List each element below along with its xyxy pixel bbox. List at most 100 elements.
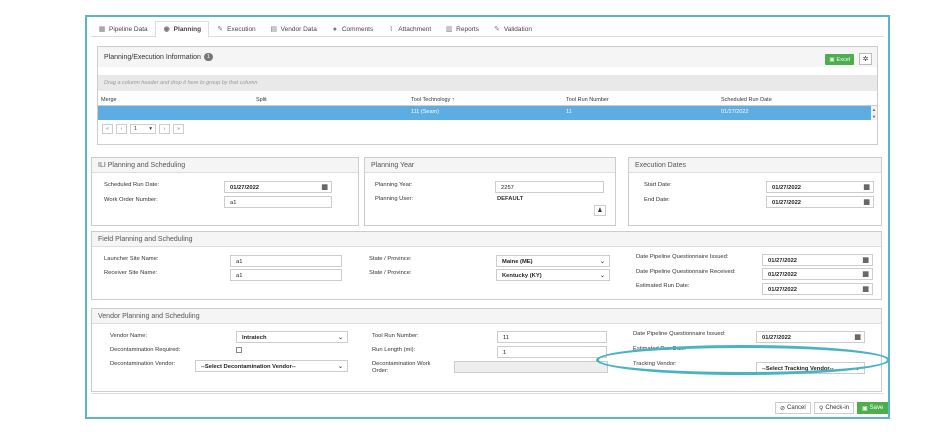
end-date-input[interactable]: 01/27/2022 ▦ xyxy=(766,196,874,208)
count-badge: 1 xyxy=(203,53,213,61)
calendar-icon[interactable]: ▦ xyxy=(862,257,869,264)
tab-attachment[interactable]: ⌇ Attachment xyxy=(380,21,438,37)
cancel-button[interactable]: ⊘ Cancel xyxy=(775,402,811,414)
first-page-button[interactable]: « xyxy=(102,124,113,134)
grid-header: Merge Split Tool Technology ↑ Tool Run N… xyxy=(98,95,877,106)
tab-execution[interactable]: ✎ Execution xyxy=(209,21,263,37)
column-header-split[interactable]: Split xyxy=(253,95,408,105)
end-date-label: End Date: xyxy=(644,197,670,203)
settings-button[interactable]: ✲ xyxy=(859,53,872,65)
comment-icon: ● xyxy=(332,25,337,33)
scrollbar[interactable]: ▲ ▼ xyxy=(871,106,877,120)
scheduled-run-date-input[interactable]: 01/27/2022 ▦ xyxy=(224,181,332,193)
panel-title: Planning/Execution Information xyxy=(104,53,201,61)
state-province-label-1: State / Province: xyxy=(369,256,412,262)
state-province-select-2[interactable]: Kentucky (KY) ⌄ xyxy=(496,269,610,281)
planning-user-label: Planning User: xyxy=(375,196,414,202)
state-province-select-1[interactable]: Maine (ME) ⌄ xyxy=(496,255,610,267)
user-icon: ♟ xyxy=(597,208,603,214)
tab-reports[interactable]: ▥ Reports xyxy=(438,21,486,37)
planning-year-section: Planning Year Planning Year: 2257 Planni… xyxy=(364,157,616,226)
cell-tool-run-number: 11 xyxy=(566,109,572,115)
dpq-received-input[interactable]: 01/27/2022 ▦ xyxy=(762,268,873,280)
calendar-icon[interactable]: ▦ xyxy=(862,271,869,278)
last-page-button[interactable]: » xyxy=(173,124,184,134)
run-length-input[interactable]: 1 xyxy=(497,346,607,358)
column-header-tool-run-number[interactable]: Tool Run Number xyxy=(563,95,718,105)
cell-tool-technology: 111 (Seam) xyxy=(411,109,439,115)
vendor-name-label: Vendor Name: xyxy=(110,333,148,339)
pencil-icon: ✎ xyxy=(217,25,224,33)
excel-icon: ▣ xyxy=(829,56,835,63)
gear-icon: ✲ xyxy=(862,56,869,63)
calendar-icon[interactable]: ▦ xyxy=(862,286,869,293)
calendar-icon[interactable]: ▦ xyxy=(863,199,870,206)
dpq-issued-input[interactable]: 01/27/2022 ▦ xyxy=(762,254,873,266)
decon-vendor-label: Decontamination Vendor: xyxy=(110,361,176,367)
calendar-icon[interactable]: ▦ xyxy=(863,184,870,191)
paperclip-icon: ⌇ xyxy=(389,25,393,33)
chevron-down-icon: ⌄ xyxy=(599,259,605,265)
start-date-input[interactable]: 01/27/2022 ▦ xyxy=(766,181,874,193)
work-order-input[interactable]: a1 xyxy=(224,196,332,208)
run-length-label: Run Length (mi): xyxy=(372,347,416,353)
field-planning-section: Field Planning and Scheduling Launcher S… xyxy=(91,231,882,300)
start-date-label: Start Date: xyxy=(644,182,672,188)
chevron-down-icon: ⌄ xyxy=(337,335,343,341)
group-drop-zone[interactable]: Drag a column header and drop it here to… xyxy=(98,75,877,91)
next-page-button[interactable]: › xyxy=(159,124,170,134)
dpq-received-label: Date Pipeline Questionnaire Received: xyxy=(636,269,736,275)
calendar-icon[interactable]: ▦ xyxy=(854,334,861,341)
tab-planning[interactable]: ◉ Planning xyxy=(154,21,210,38)
bar-chart-icon: ▥ xyxy=(445,25,453,33)
tool-run-number-label: Tool Run Number: xyxy=(372,333,419,339)
tab-vendor-data[interactable]: ▤ Vendor Data xyxy=(263,21,324,37)
tab-pipeline-data[interactable]: ▦ Pipeline Data xyxy=(91,21,155,37)
section-title: Execution Dates xyxy=(629,158,881,173)
key-icon: ⚲ xyxy=(819,405,824,412)
section-title: Vendor Planning and Scheduling xyxy=(92,309,881,324)
cancel-icon: ⊘ xyxy=(780,405,786,412)
section-title: Field Planning and Scheduling xyxy=(92,232,881,247)
estimated-run-date-input[interactable]: 01/27/2022 ▦ xyxy=(762,283,873,295)
check-in-button[interactable]: ⚲ Check-in xyxy=(814,402,855,414)
decon-work-order-input[interactable] xyxy=(454,361,608,373)
column-header-merge[interactable]: Merge xyxy=(98,95,253,105)
highlight-annotation-oval xyxy=(596,345,890,375)
planning-year-input[interactable]: 2257 xyxy=(495,181,604,193)
planning-execution-panel: Planning/Execution Information 1 ▣ Excel … xyxy=(97,46,878,145)
decon-required-checkbox[interactable] xyxy=(236,347,242,353)
save-button[interactable]: ▣ Save xyxy=(857,402,889,414)
decon-work-order-label: Decontamination Work Order: xyxy=(372,361,431,374)
execution-dates-section: Execution Dates Start Date: 01/27/2022 ▦ … xyxy=(628,157,882,226)
chevron-down-icon: ⌄ xyxy=(337,364,343,370)
table-row[interactable]: 111 (Seam) 11 01/27/2022 xyxy=(98,106,873,120)
tab-validation[interactable]: ✎ Validation xyxy=(486,21,539,37)
prev-page-button[interactable]: ‹ xyxy=(116,124,127,134)
work-order-label: Work Order Number: xyxy=(104,197,158,203)
calendar-icon[interactable]: ▦ xyxy=(321,184,328,191)
ili-planning-section: ILI Planning and Scheduling Scheduled Ru… xyxy=(91,157,359,226)
vendor-name-select[interactable]: Intratech ⌄ xyxy=(236,331,348,343)
column-header-scheduled-run-date[interactable]: Scheduled Run Date xyxy=(718,95,868,105)
launcher-site-input[interactable]: a1 xyxy=(230,255,342,267)
planning-year-label: Planning Year: xyxy=(375,182,413,188)
receiver-site-label: Receiver Site Name: xyxy=(104,270,158,276)
tab-bar: ▦ Pipeline Data ◉ Planning ✎ Execution ▤ Ven… xyxy=(91,21,884,38)
state-province-label-2: State / Province: xyxy=(369,270,412,276)
page-select[interactable]: 1 ▾ xyxy=(130,124,156,134)
receiver-site-input[interactable]: a1 xyxy=(230,269,342,281)
panel-header: Planning/Execution Information 1 xyxy=(98,47,877,67)
vendor-dpq-issued-input[interactable]: 01/27/2022 ▦ xyxy=(756,331,865,343)
decon-vendor-select[interactable]: --Select Decontamination Vendor-- ⌄ xyxy=(195,360,348,372)
estimated-run-date-label: Estimated Run Date: xyxy=(636,283,690,289)
tool-run-number-input[interactable]: 11 xyxy=(497,331,607,343)
sort-ascending-icon: ↑ xyxy=(451,97,455,103)
column-header-tool-technology[interactable]: Tool Technology ↑ xyxy=(408,95,563,105)
user-lookup-button[interactable]: ♟ xyxy=(594,205,606,216)
section-title: ILI Planning and Scheduling xyxy=(92,158,358,173)
dpq-issued-label: Date Pipeline Questionnaire Issued: xyxy=(636,254,729,260)
tab-comments[interactable]: ● Comments xyxy=(324,21,380,37)
cell-merge xyxy=(98,106,253,120)
excel-export-button[interactable]: ▣ Excel xyxy=(825,54,854,65)
